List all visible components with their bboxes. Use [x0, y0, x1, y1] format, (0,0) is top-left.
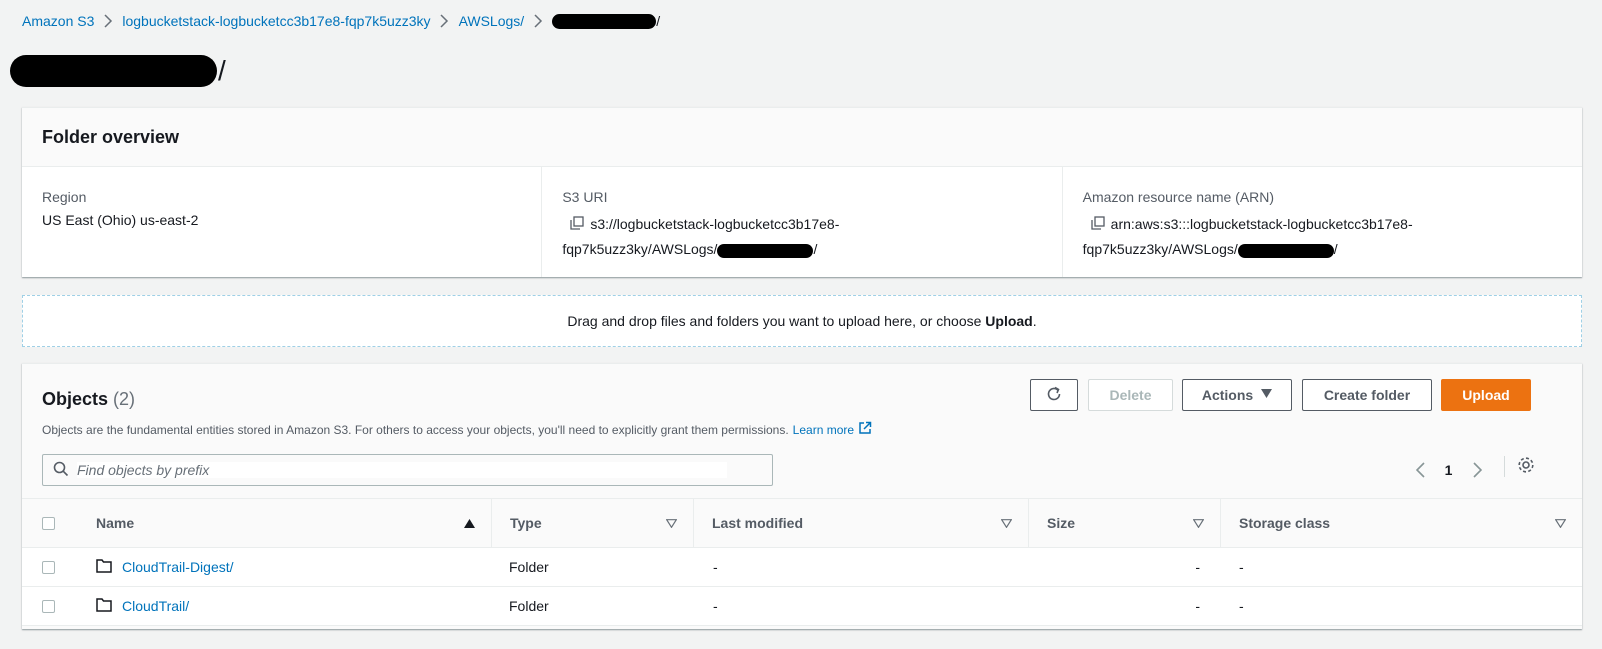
gear-icon[interactable] [1504, 456, 1535, 477]
object-size: - [1195, 559, 1200, 575]
column-header-name[interactable]: Name [76, 499, 492, 547]
chevron-right-icon[interactable] [1467, 462, 1487, 478]
folder-overview-panel: Folder overview Region US East (Ohio) us… [22, 107, 1582, 277]
region-section: Region US East (Ohio) us-east-2 [22, 167, 543, 277]
column-header-type[interactable]: Type [492, 499, 694, 547]
s3-uri-suffix: / [813, 241, 818, 258]
row-checkbox[interactable] [42, 599, 55, 613]
column-type-label: Type [510, 515, 542, 531]
redaction [717, 243, 814, 258]
folder-overview-heading: Folder overview [22, 108, 1582, 167]
arn-label: Amazon resource name (ARN) [1082, 189, 1275, 205]
breadcrumb-amazon-s3[interactable]: Amazon S3 [22, 13, 94, 29]
s3-uri-line1: s3://logbucketstack-logbucketcc3b17e8- [590, 216, 840, 232]
arn-suffix: / [1333, 241, 1338, 258]
sort-icon [1192, 515, 1205, 531]
pagination: 1 [1410, 455, 1487, 485]
object-last-modified: - [713, 559, 718, 575]
page-title-suffix: / [218, 55, 226, 86]
row-checkbox[interactable] [42, 560, 55, 574]
external-link-icon[interactable] [858, 421, 872, 438]
folder-icon [96, 597, 112, 615]
object-name-link[interactable]: CloudTrail-Digest/ [122, 559, 234, 575]
object-size: - [1195, 598, 1200, 614]
object-type: Folder [509, 559, 549, 575]
column-header-size[interactable]: Size [1029, 499, 1221, 547]
object-type: Folder [509, 598, 549, 614]
page-title: / [10, 55, 226, 87]
redaction [1237, 243, 1334, 258]
learn-more-link[interactable]: Learn more [793, 423, 854, 437]
page-number[interactable]: 1 [1430, 462, 1467, 478]
upload-button[interactable]: Upload [1441, 379, 1531, 411]
sort-icon [665, 515, 678, 531]
chevron-left-icon[interactable] [1410, 462, 1430, 478]
objects-heading: Objects (2) [42, 389, 135, 410]
dropzone-upload-word: Upload [985, 313, 1033, 329]
objects-panel: Objects (2) Objects are the fundamental … [22, 363, 1582, 629]
dropzone-end: . [1032, 313, 1037, 329]
objects-count: (2) [113, 389, 136, 409]
breadcrumb: Amazon S3 logbucketstack-logbucketcc3b17… [22, 12, 660, 30]
column-header-storage-class[interactable]: Storage class [1221, 499, 1582, 547]
column-header-last-modified[interactable]: Last modified [694, 499, 1029, 547]
sort-asc-icon [464, 515, 475, 531]
copy-icon[interactable] [1091, 213, 1105, 237]
object-name-link[interactable]: CloudTrail/ [122, 598, 189, 614]
objects-description-text: Objects are the fundamental entities sto… [42, 422, 789, 437]
breadcrumb-bucket[interactable]: logbucketstack-logbucketcc3b17e8-fqp7k5u… [122, 13, 430, 29]
actions-label: Actions [1201, 387, 1254, 403]
column-storage-class-label: Storage class [1239, 515, 1331, 531]
sort-icon [1000, 515, 1013, 531]
object-storage-class: - [1239, 559, 1244, 575]
refresh-button[interactable] [1030, 379, 1078, 411]
breadcrumb-awslogs[interactable]: AWSLogs/ [459, 13, 525, 29]
column-size-label: Size [1047, 515, 1076, 531]
region-value: US East (Ohio) us-east-2 [42, 212, 199, 228]
table-row[interactable]: CloudTrail-Digest/ Folder - - - [22, 548, 1582, 587]
breadcrumb-current-suffix: / [656, 13, 661, 29]
objects-table: Name Type Last modified Size Storage cla… [22, 498, 1582, 626]
caret-down-icon [1261, 389, 1273, 401]
redaction [10, 55, 217, 87]
table-row[interactable]: CloudTrail/ Folder - - - [22, 587, 1582, 626]
dropzone-text: Drag and drop files and folders you want… [567, 313, 986, 329]
sort-icon [1554, 515, 1567, 531]
object-storage-class: - [1239, 598, 1244, 614]
search-icon [53, 461, 69, 480]
arn-line1: arn:aws:s3:::logbucketstack-logbucketcc3… [1110, 216, 1413, 232]
arn-line2: fqp7k5uzz3ky/AWSLogs/ [1082, 241, 1238, 258]
search-field[interactable] [42, 454, 773, 486]
refresh-icon [1045, 385, 1063, 406]
chevron-right-icon [431, 14, 459, 28]
folder-icon [96, 558, 112, 576]
column-last-modified-label: Last modified [712, 515, 804, 531]
s3-uri-label: S3 URI [562, 189, 608, 205]
s3-uri-line2: fqp7k5uzz3ky/AWSLogs/ [562, 241, 718, 258]
region-label: Region [42, 189, 87, 205]
arn-section: Amazon resource name (ARN) arn:aws:s3:::… [1063, 167, 1582, 277]
create-folder-button[interactable]: Create folder [1302, 379, 1432, 411]
copy-icon[interactable] [570, 213, 584, 237]
select-all-checkbox[interactable] [42, 516, 55, 530]
column-name-label: Name [96, 515, 135, 531]
object-last-modified: - [713, 598, 718, 614]
s3-uri-section: S3 URI s3://logbucketstack-logbucketcc3b… [542, 167, 1063, 277]
chevron-right-icon [94, 14, 122, 28]
objects-title: Objects [42, 389, 109, 409]
chevron-right-icon [524, 14, 552, 28]
upload-dropzone[interactable]: Drag and drop files and folders you want… [22, 295, 1582, 347]
objects-description: Objects are the fundamental entities sto… [42, 421, 872, 438]
table-header-row: Name Type Last modified Size Storage cla… [22, 498, 1582, 548]
delete-button[interactable]: Delete [1088, 379, 1173, 411]
breadcrumb-current: / [552, 13, 660, 29]
search-input[interactable] [77, 462, 727, 478]
actions-button[interactable]: Actions [1182, 379, 1292, 411]
redaction [552, 13, 657, 29]
